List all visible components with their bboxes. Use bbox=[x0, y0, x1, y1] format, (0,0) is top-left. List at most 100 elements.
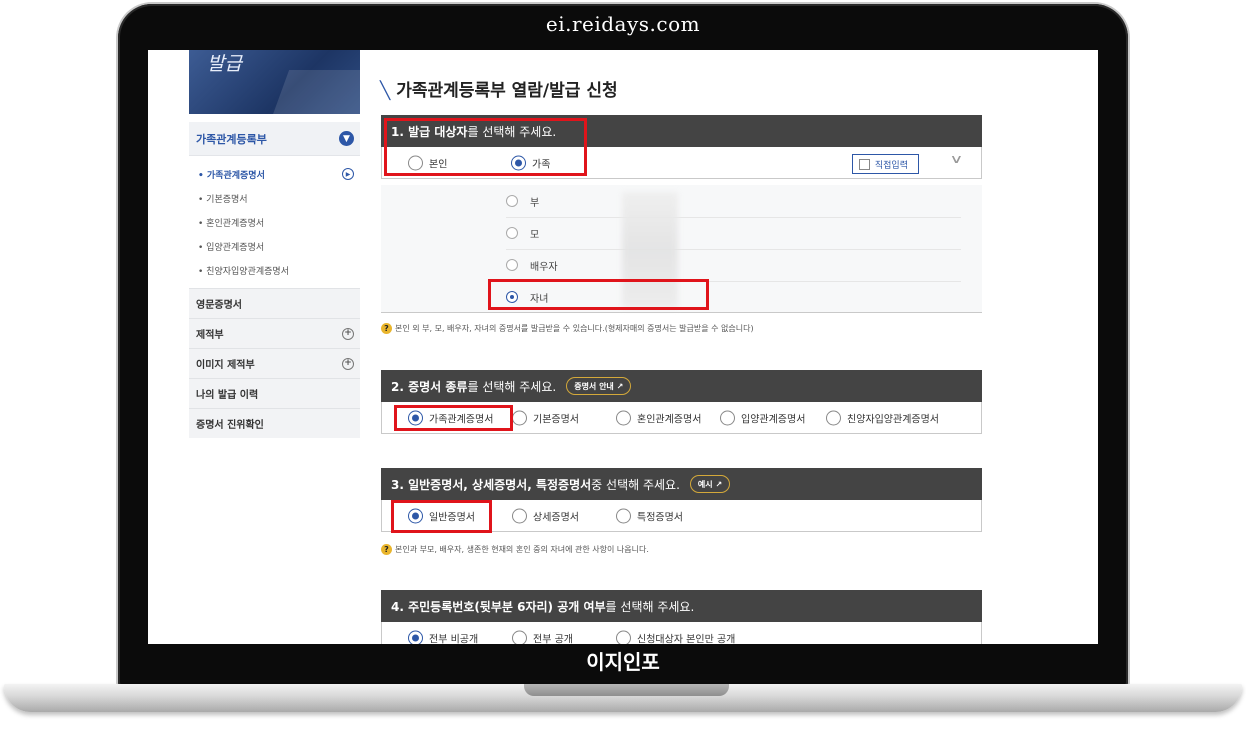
sidebar-item-label: • 입양관계증명서 bbox=[198, 242, 265, 253]
page-title: ╲ 가족관계등록부 열람/발급 신청 bbox=[380, 76, 618, 101]
family-row-spouse[interactable]: 배우자 bbox=[506, 249, 961, 282]
sidebar-item-basic-cert[interactable]: • 기본증명서 bbox=[189, 186, 360, 210]
radio-specific-cert[interactable]: 특정증명서 bbox=[616, 508, 683, 523]
highlight-box-target bbox=[384, 118, 587, 176]
sidebar-menu-label: 나의 발급 이력 bbox=[196, 390, 259, 401]
radio-circle[interactable] bbox=[616, 508, 631, 523]
highlight-box-general bbox=[391, 500, 492, 533]
radio-adoption-cert[interactable]: 입양관계증명서 bbox=[720, 410, 805, 425]
external-link-icon: ↗ bbox=[715, 479, 723, 489]
radio-circle[interactable] bbox=[512, 508, 527, 523]
banner-title: 발급 bbox=[207, 53, 242, 75]
example-label: 예시 bbox=[697, 479, 713, 489]
radio-circle[interactable] bbox=[720, 410, 735, 425]
screen: 발급 가족관계등록부 ▼ • 가족관계증명서 ▶ • 기본증명서 • 혼인관계증… bbox=[148, 50, 1098, 644]
sidebar-item-label: • 친양자입양관계증명서 bbox=[198, 266, 289, 277]
radio-circle[interactable] bbox=[616, 410, 631, 425]
sidebar-item-full-adoption-cert[interactable]: • 친양자입양관계증명서 bbox=[189, 258, 360, 282]
help-note-general: ? 본인과 부모, 배우자, 생존한 현재의 혼인 중의 자녀에 관한 사항이 나… bbox=[381, 544, 649, 555]
radio-circle[interactable] bbox=[408, 630, 423, 644]
sidebar-item-adoption-cert[interactable]: • 입양관계증명서 bbox=[189, 234, 360, 258]
sidebar-item-removed-register[interactable]: 제적부 + bbox=[189, 318, 360, 348]
sidebar-menu-label: 영문증명서 bbox=[196, 300, 242, 311]
plus-circle-icon[interactable]: + bbox=[342, 327, 354, 340]
direct-input-label: 직접입력 bbox=[874, 160, 908, 171]
sidebar-item-label: • 가족관계증명서 bbox=[198, 170, 265, 181]
section-resident-number: 4. 주민등록번호(뒷부분 6자리) 공개 여부 를 선택해 주세요. 전부 비공… bbox=[381, 590, 982, 644]
highlight-box-child bbox=[488, 279, 709, 310]
example-button[interactable]: 예시 ↗ bbox=[689, 475, 731, 493]
sidebar-group-family-register[interactable]: 가족관계등록부 ▼ bbox=[189, 122, 360, 156]
site-url: ei.reidays.com bbox=[545, 12, 701, 36]
family-label: 모 bbox=[530, 229, 540, 241]
section-options: 전부 비공개 전부 공개 신청대상자 본인만 공개 bbox=[381, 622, 982, 644]
chevron-down-icon[interactable]: ∨ bbox=[950, 152, 964, 166]
radio-label: 혼인관계증명서 bbox=[637, 414, 702, 425]
title-tick-icon: ╲ bbox=[380, 81, 391, 101]
radio-all-private[interactable]: 전부 비공개 bbox=[408, 630, 478, 644]
laptop-notch bbox=[524, 684, 729, 696]
play-circle-icon: ▶ bbox=[342, 168, 354, 180]
radio-circle[interactable] bbox=[506, 227, 518, 239]
help-note-text: 본인 외 부, 모, 배우자, 자녀의 증명서를 발급받을 수 있습니다.(형제… bbox=[395, 324, 754, 333]
section-header: 2. 증명서 종류 를 선택해 주세요. 증명서 안내 ↗ bbox=[381, 370, 982, 402]
help-note-text: 본인과 부모, 배우자, 생존한 현재의 혼인 중의 자녀에 관한 사항이 나옵… bbox=[395, 545, 649, 554]
sidebar-item-marriage-cert[interactable]: • 혼인관계증명서 bbox=[189, 210, 360, 234]
radio-all-public[interactable]: 전부 공개 bbox=[512, 630, 573, 644]
section-header: 4. 주민등록번호(뒷부분 6자리) 공개 여부 를 선택해 주세요. bbox=[381, 590, 982, 622]
sidebar-menu-label: 제적부 bbox=[196, 330, 224, 341]
plus-circle-icon[interactable]: + bbox=[342, 357, 354, 370]
section-title-rest: 를 선택해 주세요. bbox=[605, 599, 695, 614]
section-title-bold: 2. 증명서 종류 bbox=[391, 379, 468, 394]
radio-marriage-cert[interactable]: 혼인관계증명서 bbox=[616, 410, 701, 425]
checkbox-icon[interactable] bbox=[858, 158, 870, 170]
help-note-family: ? 본인 외 부, 모, 배우자, 자녀의 증명서를 발급받을 수 있습니다.(형… bbox=[381, 323, 754, 334]
family-label: 부 bbox=[530, 197, 540, 209]
sidebar-menu-label: 이미지 제적부 bbox=[196, 360, 255, 371]
sidebar-item-label: • 기본증명서 bbox=[198, 194, 248, 205]
sidebar-menu-label: 증명서 진위확인 bbox=[196, 420, 264, 431]
radio-label: 전부 공개 bbox=[533, 634, 573, 644]
radio-circle[interactable] bbox=[506, 259, 518, 271]
sidebar-item-family-relation-cert[interactable]: • 가족관계증명서 ▶ bbox=[189, 162, 360, 186]
radio-circle[interactable] bbox=[826, 410, 841, 425]
sidebar-sub-list: • 가족관계증명서 ▶ • 기본증명서 • 혼인관계증명서 • 입양관계증명서 … bbox=[189, 156, 360, 288]
radio-detailed-cert[interactable]: 상세증명서 bbox=[512, 508, 579, 523]
family-row-mother[interactable]: 모 bbox=[506, 217, 961, 250]
section-header: 3. 일반증명서, 상세증명서, 특정증명서 중 선택해 주세요. 예시 ↗ bbox=[381, 468, 982, 500]
sidebar-item-issue-history[interactable]: 나의 발급 이력 bbox=[189, 378, 360, 408]
external-link-icon: ↗ bbox=[616, 381, 624, 391]
section-title-bold: 3. 일반증명서, 상세증명서, 특정증명서 bbox=[391, 477, 592, 492]
section-title-rest: 를 선택해 주세요. bbox=[467, 379, 557, 394]
sidebar-item-image-removed-register[interactable]: 이미지 제적부 + bbox=[189, 348, 360, 378]
chevron-down-icon[interactable]: ▼ bbox=[339, 131, 354, 146]
question-icon: ? bbox=[381, 323, 392, 334]
radio-circle[interactable] bbox=[506, 195, 518, 207]
sidebar-item-label: • 혼인관계증명서 bbox=[198, 218, 265, 229]
radio-self-only-public[interactable]: 신청대상자 본인만 공개 bbox=[616, 630, 735, 644]
section-title-rest: 중 선택해 주세요. bbox=[591, 477, 680, 492]
radio-circle[interactable] bbox=[512, 410, 527, 425]
family-row-father[interactable]: 부 bbox=[506, 185, 961, 218]
sidebar: 가족관계등록부 ▼ • 가족관계증명서 ▶ • 기본증명서 • 혼인관계증명서 … bbox=[189, 122, 360, 438]
radio-circle[interactable] bbox=[616, 630, 631, 644]
sidebar-banner: 발급 bbox=[189, 50, 360, 114]
direct-input-button[interactable]: 직접입력 bbox=[851, 154, 919, 174]
page-title-text: 가족관계등록부 열람/발급 신청 bbox=[396, 81, 618, 101]
cert-guide-button[interactable]: 증명서 안내 ↗ bbox=[566, 377, 632, 395]
radio-label: 입양관계증명서 bbox=[741, 414, 806, 425]
radio-label: 친양자입양관계증명서 bbox=[847, 414, 939, 425]
section-title-bold: 4. 주민등록번호(뒷부분 6자리) 공개 여부 bbox=[391, 599, 606, 614]
caption-text: 이지인포 bbox=[586, 650, 660, 674]
radio-basic-cert[interactable]: 기본증명서 bbox=[512, 410, 579, 425]
radio-full-adoption-cert[interactable]: 친양자입양관계증명서 bbox=[826, 410, 939, 425]
highlight-box-cert-type bbox=[394, 405, 513, 431]
radio-label: 상세증명서 bbox=[533, 512, 579, 523]
radio-label: 신청대상자 본인만 공개 bbox=[637, 634, 736, 644]
sidebar-item-english-cert[interactable]: 영문증명서 bbox=[189, 288, 360, 318]
sidebar-item-cert-verify[interactable]: 증명서 진위확인 bbox=[189, 408, 360, 438]
radio-label: 전부 비공개 bbox=[429, 634, 479, 644]
question-icon: ? bbox=[381, 544, 392, 555]
radio-circle[interactable] bbox=[512, 630, 527, 644]
banner-decoration bbox=[270, 70, 360, 114]
